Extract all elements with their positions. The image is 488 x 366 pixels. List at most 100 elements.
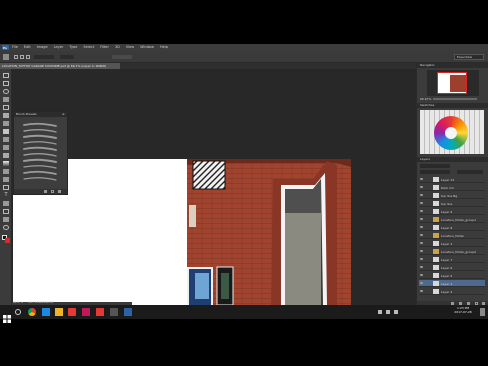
chrome-icon[interactable]	[28, 308, 36, 316]
brush-stroke-list[interactable]	[18, 121, 64, 187]
swatches-title[interactable]: Swatches	[420, 104, 434, 107]
select-and-mask-button[interactable]	[112, 55, 132, 59]
visibility-eye-icon[interactable]	[420, 282, 423, 284]
clock[interactable]: 1:23 PM 2017-07-28	[450, 307, 476, 317]
menu-view[interactable]: View	[126, 45, 134, 50]
visibility-eye-icon[interactable]	[420, 274, 423, 276]
pen-tool-icon[interactable]	[3, 185, 9, 190]
visibility-eye-icon[interactable]	[420, 186, 423, 188]
visibility-eye-icon[interactable]	[420, 234, 423, 236]
visibility-eye-icon[interactable]	[420, 290, 423, 292]
mode-add-icon[interactable]	[20, 55, 24, 59]
layer-row[interactable]: top line Bg	[419, 192, 485, 199]
layer-row[interactable]: Location_folder_group2	[419, 248, 485, 255]
history-brush-tool-icon[interactable]	[3, 145, 9, 150]
menu-layer[interactable]: Layer	[54, 45, 64, 50]
tray-network-icon[interactable]	[378, 310, 382, 314]
menu-image[interactable]: Image	[37, 45, 48, 50]
workspace-select[interactable]: Essentials	[454, 54, 484, 60]
marquee-tool-icon[interactable]	[3, 81, 9, 86]
path-select-tool-icon[interactable]	[3, 201, 9, 206]
eraser-tool-icon[interactable]	[3, 153, 9, 158]
file-explorer-icon[interactable]	[55, 308, 63, 316]
layer-row[interactable]: Layer 6	[419, 264, 485, 271]
menu-type[interactable]: Type	[69, 45, 77, 50]
app-red-icon[interactable]	[68, 308, 76, 316]
dodge-tool-icon[interactable]	[3, 177, 9, 182]
hand-tool-icon[interactable]	[3, 217, 9, 222]
visibility-eye-icon[interactable]	[420, 218, 423, 220]
visibility-eye-icon[interactable]	[420, 266, 423, 268]
navigator-view-box[interactable]	[437, 72, 467, 94]
menu-help[interactable]: Help	[160, 45, 168, 50]
menu-file[interactable]: File	[12, 45, 18, 50]
clone-stamp-tool-icon[interactable]	[3, 137, 9, 142]
visibility-eye-icon[interactable]	[420, 258, 423, 260]
app-red2-icon[interactable]	[96, 308, 104, 316]
navigator-preview[interactable]	[427, 70, 479, 96]
opacity-field[interactable]	[457, 170, 483, 174]
layer-row[interactable]: Layer 9	[419, 208, 485, 215]
panel-menu-icon[interactable]: ≡	[62, 112, 65, 116]
feather-field[interactable]	[34, 55, 54, 59]
style-select[interactable]	[60, 55, 74, 59]
type-tool-icon[interactable]: T	[3, 193, 9, 198]
gradient-tool-icon[interactable]	[3, 161, 9, 166]
windows-start-icon[interactable]	[3, 308, 11, 323]
menu-filter[interactable]: Filter	[100, 45, 109, 50]
navigator-zoom-value[interactable]: 66.67%	[420, 98, 431, 101]
layers-title[interactable]: Layers	[420, 158, 430, 161]
layer-row[interactable]: Layer 2	[419, 288, 485, 295]
blur-tool-icon[interactable]	[3, 169, 9, 174]
navigator-title[interactable]: Navigator	[420, 64, 435, 67]
menu-select[interactable]: Select	[83, 45, 94, 50]
layer-row[interactable]: Layer 7	[419, 256, 485, 263]
healing-brush-tool-icon[interactable]	[3, 121, 9, 126]
lasso-tool-icon[interactable]	[3, 89, 9, 94]
mode-subtract-icon[interactable]	[26, 55, 30, 59]
brush-tool-icon[interactable]	[3, 129, 9, 134]
menu-3d[interactable]: 3D	[115, 45, 120, 50]
visibility-eye-icon[interactable]	[420, 242, 423, 244]
layer-row[interactable]: top line	[419, 200, 485, 207]
layer-row[interactable]: Dark rim	[419, 184, 485, 191]
quick-select-tool-icon[interactable]	[3, 97, 9, 102]
swatch-grid[interactable]	[420, 110, 484, 154]
crop-tool-icon[interactable]	[3, 105, 9, 110]
background-color-swatch[interactable]	[5, 238, 10, 243]
layer-row[interactable]: Layer 8	[419, 224, 485, 231]
visibility-eye-icon[interactable]	[420, 250, 423, 252]
search-icon[interactable]	[15, 309, 21, 315]
move-tool-icon[interactable]	[3, 73, 9, 78]
layer-filter-select[interactable]	[420, 164, 450, 168]
new-brush-icon[interactable]	[51, 190, 54, 193]
mode-square-icon[interactable]	[14, 55, 18, 59]
menu-window[interactable]: Window	[140, 45, 154, 50]
visibility-eye-icon[interactable]	[420, 194, 423, 196]
layer-row-selected[interactable]: Layer 4	[419, 280, 485, 287]
zoom-tool-icon[interactable]	[3, 225, 9, 230]
eyedropper-tool-icon[interactable]	[3, 113, 9, 118]
visibility-eye-icon[interactable]	[420, 178, 423, 180]
visibility-eye-icon[interactable]	[420, 226, 423, 228]
tray-volume-icon[interactable]	[386, 310, 390, 314]
visibility-eye-icon[interactable]	[420, 202, 423, 204]
navigator-zoom-slider[interactable]	[433, 98, 477, 100]
brush-settings-icon[interactable]	[44, 190, 47, 193]
layer-row[interactable]: Layer 13	[419, 176, 485, 183]
menu-edit[interactable]: Edit	[24, 45, 31, 50]
layer-row[interactable]: Layer 5	[419, 272, 485, 279]
delete-brush-icon[interactable]	[58, 190, 61, 193]
color-wheel[interactable]	[434, 116, 468, 150]
tray-battery-icon[interactable]	[394, 310, 398, 314]
photoshop-taskbar-icon[interactable]	[124, 308, 132, 316]
blend-mode-select[interactable]	[420, 170, 450, 174]
shape-tool-icon[interactable]	[3, 209, 9, 214]
tool-preset-icon[interactable]	[3, 54, 9, 60]
layer-row[interactable]: Location_folder	[419, 232, 485, 239]
app-pink-icon[interactable]	[82, 308, 90, 316]
layer-row[interactable]: Location_folder_group1	[419, 216, 485, 223]
visibility-eye-icon[interactable]	[420, 210, 423, 212]
app-gray-icon[interactable]	[110, 308, 118, 316]
edge-icon[interactable]	[42, 308, 50, 316]
